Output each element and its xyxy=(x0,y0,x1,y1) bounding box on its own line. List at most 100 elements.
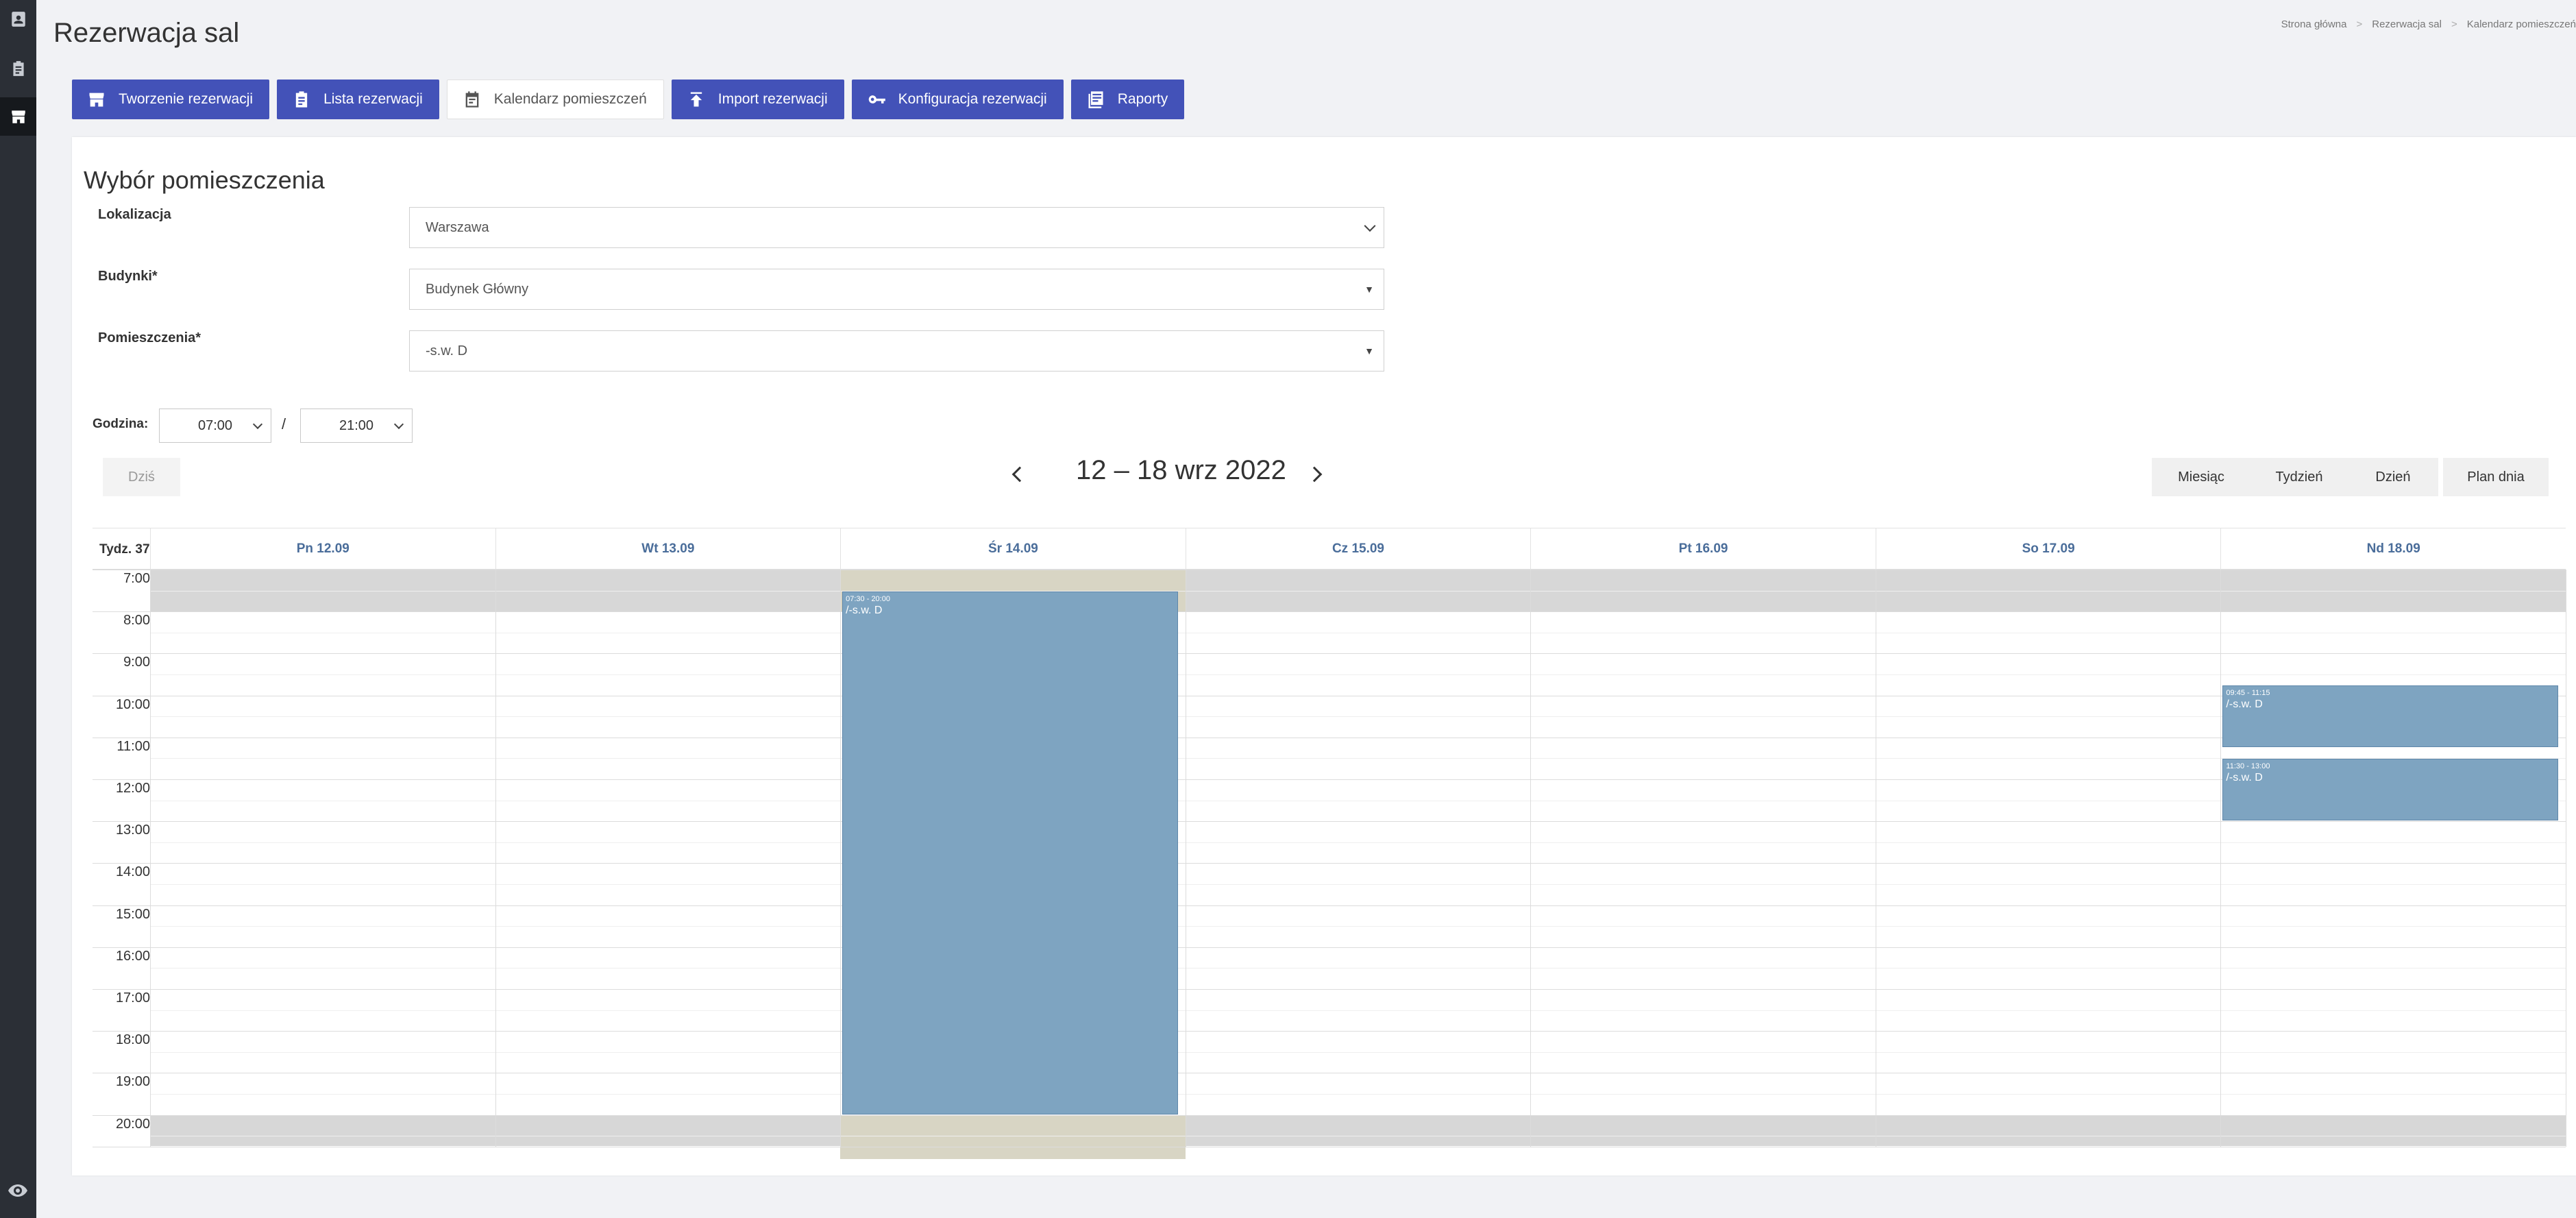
week-number: Tydz. 37 xyxy=(99,542,150,557)
calendar-event[interactable]: 09:45 - 11:15/-s.w. D xyxy=(2222,685,2558,748)
half-hour-line xyxy=(150,1051,2566,1053)
event-time: 07:30 - 20:00 xyxy=(846,594,890,603)
store-icon xyxy=(89,93,104,107)
breadcrumb-current: Kalendarz pomieszczeń xyxy=(2466,19,2576,30)
day-column-line xyxy=(1530,570,1532,1147)
button-label: Kalendarz pomieszczeń xyxy=(493,91,647,107)
day-column-line xyxy=(495,570,496,1147)
sidebar-item-contacts[interactable] xyxy=(0,0,36,38)
half-hour-line xyxy=(150,842,2566,843)
today-button[interactable]: Dziś xyxy=(103,458,180,496)
hour-line xyxy=(93,863,2566,864)
view-month-button[interactable]: Miesiąc xyxy=(2152,458,2250,496)
week-calendar: Tydz. 37 Pn 12.09 Wt 13.09 Śr 14.09 Cz 15.0… xyxy=(93,528,2566,1159)
half-hour-line xyxy=(150,716,2566,718)
hour-line xyxy=(93,611,2566,613)
rooms-label: Pomieszczenia* xyxy=(98,330,201,345)
upload-icon xyxy=(690,92,702,107)
reports-icon xyxy=(1088,91,1103,108)
buildings-value: Budynek Główny xyxy=(426,281,529,297)
toolbar: Tworzenie rezerwacji Lista rezerwacji Ka… xyxy=(72,80,1185,119)
room-calendar-button[interactable]: Kalendarz pomieszczeń xyxy=(446,80,664,119)
time-label: 9:00 xyxy=(123,655,150,670)
page-title: Rezerwacja sal xyxy=(53,18,240,48)
day-column-line xyxy=(150,570,151,1147)
day-header[interactable]: Pt 16.09 xyxy=(1530,528,1876,570)
calendar-event[interactable]: 07:30 - 20:00/-s.w. D xyxy=(842,591,1178,1115)
day-header[interactable]: Cz 15.09 xyxy=(1185,528,1531,570)
time-label: 19:00 xyxy=(115,1074,150,1090)
hour-line xyxy=(93,905,2566,906)
time-label: 8:00 xyxy=(123,613,150,629)
chevron-right-icon[interactable] xyxy=(1306,466,1323,483)
half-hour-line xyxy=(150,674,2566,675)
time-label: 10:00 xyxy=(115,696,150,712)
reservation-config-button[interactable]: Konfiguracja rezerwacji xyxy=(851,80,1064,119)
day-plan-button[interactable]: Plan dnia xyxy=(2443,458,2549,496)
breadcrumb-rooms[interactable]: Rezerwacja sal xyxy=(2372,19,2442,30)
reservation-list-button[interactable]: Lista rezerwacji xyxy=(277,80,439,119)
rooms-select[interactable]: -s.w. D ▼ xyxy=(409,330,1384,372)
create-reservation-button[interactable]: Tworzenie rezerwacji xyxy=(72,80,270,119)
day-header[interactable]: Nd 18.09 xyxy=(2220,528,2566,570)
day-header[interactable]: So 17.09 xyxy=(1875,528,2221,570)
eye-icon[interactable] xyxy=(8,1184,27,1197)
half-hour-line xyxy=(150,590,2566,592)
hour-line xyxy=(93,653,2566,655)
event-title: /-s.w. D xyxy=(2226,772,2263,784)
sidebar xyxy=(0,0,36,1218)
day-header[interactable]: Wt 13.09 xyxy=(495,528,841,570)
location-value: Warszawa xyxy=(426,219,489,235)
button-label: Raporty xyxy=(1117,91,1168,107)
day-header[interactable]: Pn 12.09 xyxy=(150,528,495,570)
button-label: Import rezerwacji xyxy=(717,91,828,107)
breadcrumb: Strona główna > Rezerwacja sal > Kalenda… xyxy=(2281,19,2576,30)
half-hour-line xyxy=(150,1094,2566,1095)
time-label: 16:00 xyxy=(115,948,150,964)
breadcrumb-home[interactable]: Strona główna xyxy=(2281,19,2347,30)
import-reservation-button[interactable]: Import rezerwacji xyxy=(671,80,844,119)
calendar-icon xyxy=(465,91,479,108)
sidebar-item-rooms[interactable] xyxy=(0,97,36,136)
key-icon xyxy=(868,95,885,103)
calendar-event[interactable]: 11:30 - 13:00/-s.w. D xyxy=(2222,759,2558,821)
half-hour-line xyxy=(150,758,2566,759)
event-title: /-s.w. D xyxy=(846,604,883,616)
breadcrumb-separator: > xyxy=(2451,19,2457,30)
day-header[interactable]: Śr 14.09 xyxy=(840,528,1186,570)
rooms-value: -s.w. D xyxy=(426,343,468,358)
hour-from-select[interactable]: 07:00 xyxy=(159,409,271,443)
half-hour-line xyxy=(150,884,2566,885)
time-label: 11:00 xyxy=(116,738,150,754)
time-label: 13:00 xyxy=(115,823,150,838)
view-day-button[interactable]: Dzień xyxy=(2348,458,2438,496)
event-time: 11:30 - 13:00 xyxy=(2226,762,2270,771)
time-label: 7:00 xyxy=(123,571,150,586)
chevron-left-icon[interactable] xyxy=(1011,466,1028,483)
time-label: 12:00 xyxy=(115,781,150,796)
event-time: 09:45 - 11:15 xyxy=(2226,689,2270,698)
chevron-down-icon xyxy=(393,419,404,430)
contact-card-icon xyxy=(11,12,25,27)
buildings-label: Budynki* xyxy=(98,269,158,284)
time-label: 17:00 xyxy=(115,990,150,1006)
hour-line xyxy=(93,989,2566,990)
caret-down-icon: ▼ xyxy=(1364,345,1374,356)
location-label: Lokalizacja xyxy=(98,207,171,222)
sidebar-item-list[interactable] xyxy=(0,49,36,88)
button-label: Tworzenie rezerwacji xyxy=(119,91,254,107)
store-icon xyxy=(11,110,25,123)
buildings-select[interactable]: Budynek Główny ▼ xyxy=(409,269,1384,310)
calendar-grid[interactable]: 07:30 - 20:00/-s.w. D 09:45 - 11:15/-s.w.… xyxy=(93,570,2566,1159)
breadcrumb-separator: > xyxy=(2356,19,2363,30)
location-select[interactable]: Warszawa xyxy=(409,207,1384,248)
chevron-down-icon xyxy=(1364,220,1376,232)
section-title: Wybór pomieszczenia xyxy=(84,166,325,194)
view-week-button[interactable]: Tydzień xyxy=(2250,458,2348,496)
date-range-title: 12 – 18 wrz 2022 xyxy=(1076,455,1286,485)
calendar-header: Tydz. 37 Pn 12.09 Wt 13.09 Śr 14.09 Cz 15.0… xyxy=(93,528,2566,570)
hour-to-select[interactable]: 21:00 xyxy=(300,409,413,443)
half-hour-line xyxy=(150,926,2566,927)
hour-to-value: 21:00 xyxy=(339,417,374,433)
reports-button[interactable]: Raporty xyxy=(1070,80,1185,119)
